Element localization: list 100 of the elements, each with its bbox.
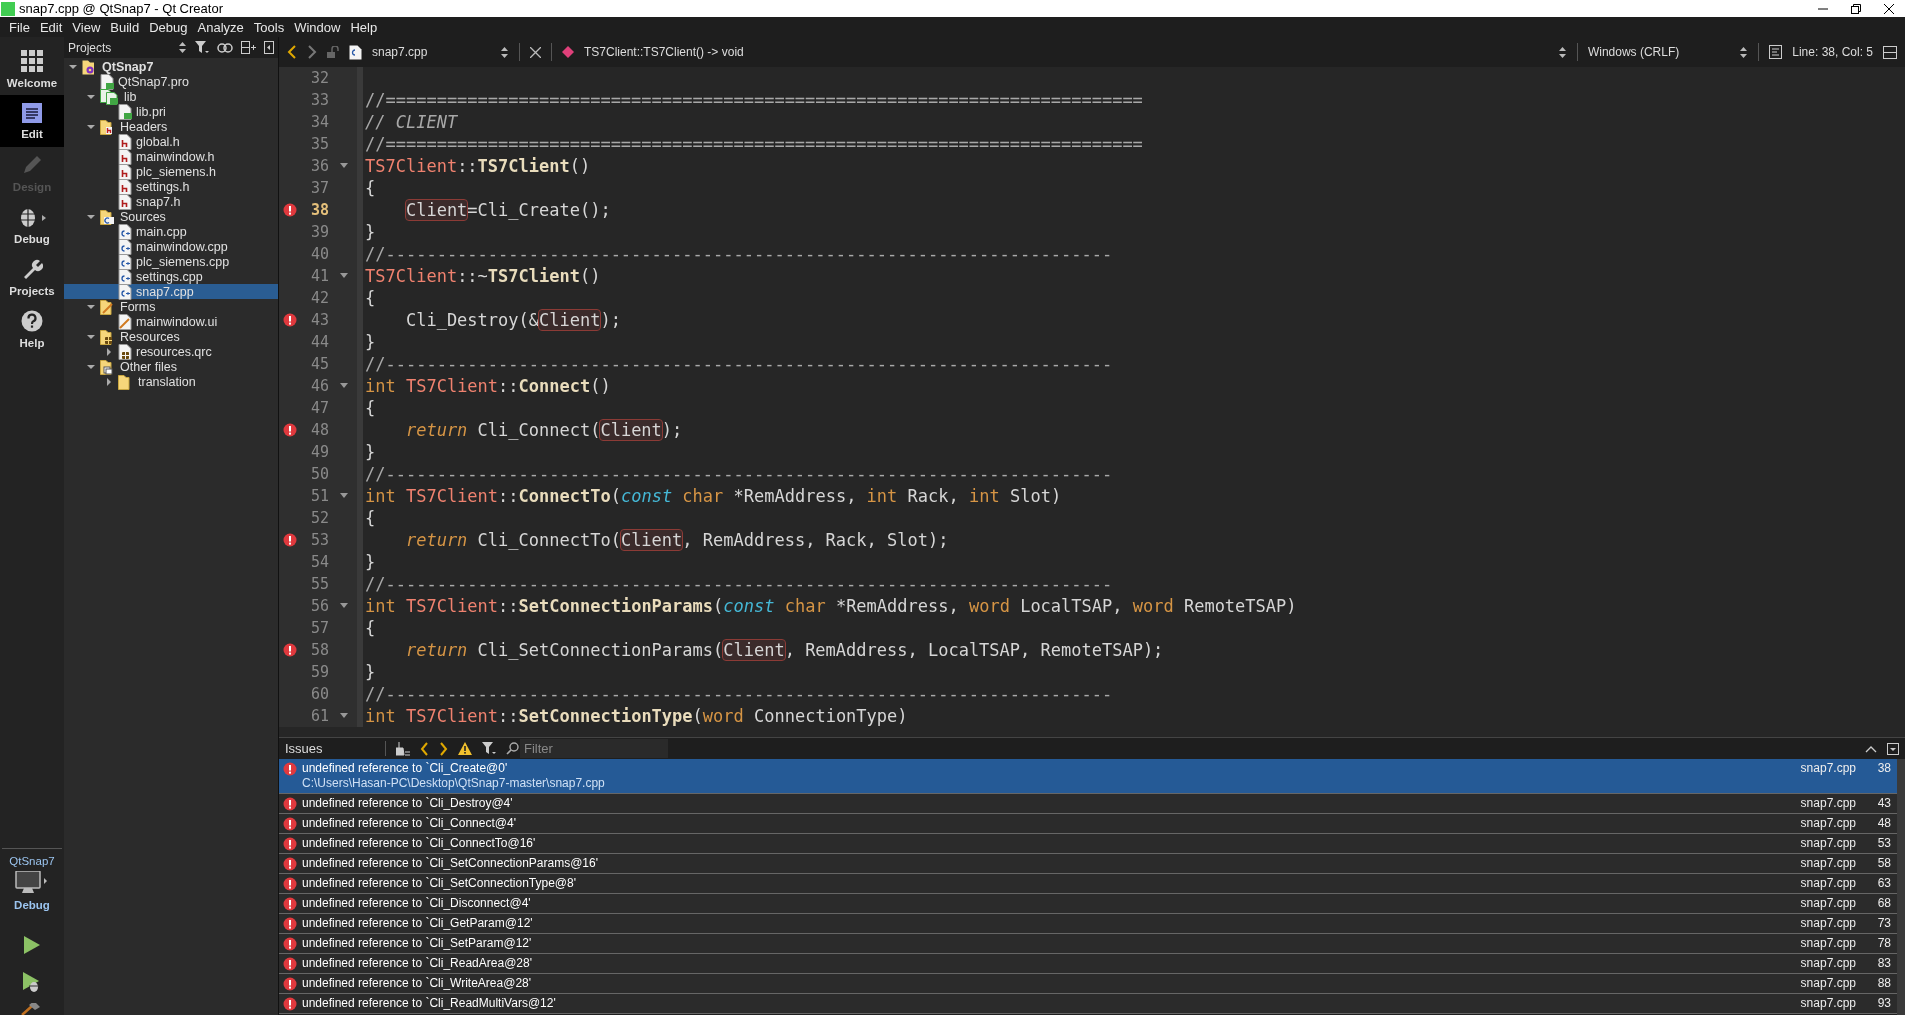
- line-number: 58: [309, 640, 330, 661]
- issue-row[interactable]: undefined reference to `Cli_ReadMultiVars@12' snap7.cpp 93: [279, 994, 1897, 1014]
- issue-row[interactable]: undefined reference to `Cli_Connect@4' snap7.cpp 48: [279, 814, 1897, 834]
- collapse-caret-icon[interactable]: [1865, 744, 1877, 753]
- menu-item[interactable]: Edit: [34, 19, 68, 35]
- close-icon[interactable]: [530, 46, 541, 58]
- scrollbar[interactable]: [1897, 759, 1905, 1015]
- sort-arrows-icon[interactable]: [1739, 45, 1749, 59]
- expand-arrow-icon[interactable]: [105, 377, 113, 386]
- sort-arrows-icon[interactable]: [500, 45, 509, 59]
- fold-arrow-icon[interactable]: [340, 603, 348, 609]
- cursor-position[interactable]: Line: 38, Col: 5: [1792, 45, 1873, 59]
- symbol-selector[interactable]: TS7Client::TS7Client() -> void: [584, 45, 744, 59]
- issue-row[interactable]: undefined reference to `Cli_ConnectTo@16' snap7.cpp 53: [279, 834, 1897, 854]
- issue-row[interactable]: undefined reference to `Cli_Destroy@4' snap7.cpp 43: [279, 794, 1897, 814]
- filter-icon[interactable]: [195, 41, 209, 54]
- menu-item[interactable]: Build: [105, 19, 145, 35]
- issue-row[interactable]: undefined reference to `Cli_SetConnectionParams@16' snap7.cpp 58: [279, 854, 1897, 874]
- issue-row[interactable]: undefined reference to `Cli_ReadArea@28' snap7.cpp 83: [279, 954, 1897, 974]
- tree-item[interactable]: resources.qrc: [64, 344, 278, 359]
- issue-row[interactable]: undefined reference to `Cli_Disconnect@4' snap7.cpp 68: [279, 894, 1897, 914]
- mode-button[interactable]: Welcome: [0, 43, 64, 95]
- tree-item[interactable]: mainwindow.h: [64, 149, 278, 164]
- restore-icon[interactable]: [1850, 3, 1861, 14]
- monitor-icon[interactable]: [15, 871, 49, 895]
- code-line: }: [364, 662, 377, 682]
- menu-item[interactable]: Help: [345, 19, 383, 35]
- menu-icon[interactable]: [1887, 742, 1899, 755]
- menu-item[interactable]: Tools: [248, 19, 290, 35]
- collapse-arrow-icon[interactable]: [87, 332, 95, 341]
- search-icon[interactable]: [506, 741, 520, 756]
- warning-icon[interactable]: [458, 742, 472, 755]
- tree-item[interactable]: translation: [64, 374, 278, 389]
- split-icon[interactable]: [1883, 45, 1897, 59]
- issue-line: 38: [1876, 761, 1891, 776]
- line-number: 51: [309, 486, 330, 507]
- issue-row[interactable]: undefined reference to `Cli_WriteArea@28' snap7.cpp 88: [279, 974, 1897, 994]
- split-icon[interactable]: [241, 41, 256, 54]
- mode-button[interactable]: Debug: [0, 199, 64, 251]
- tree-item[interactable]: settings.h: [64, 179, 278, 194]
- tree-item[interactable]: snap7.h: [64, 194, 278, 209]
- tree-item[interactable]: Other files: [64, 359, 278, 374]
- issue-row[interactable]: undefined reference to `Cli_Create@0' C:\Users\Hasan-PC\Desktop\QtSnap7-master\snap7.cpp snap7.cpp 38: [279, 759, 1897, 794]
- menu-item[interactable]: Window: [289, 19, 346, 35]
- line-number: 56: [309, 596, 330, 617]
- view-select-icon[interactable]: [178, 41, 187, 54]
- filter-field[interactable]: Filter: [520, 739, 668, 758]
- source-file-icon: [118, 283, 132, 300]
- mode-button[interactable]: Projects: [0, 251, 64, 303]
- tree-item[interactable]: global.h: [64, 134, 278, 149]
- tree-item[interactable]: mainwindow.ui: [64, 314, 278, 329]
- run-button[interactable]: [22, 935, 42, 955]
- filter-icon[interactable]: [482, 742, 496, 755]
- collapse-arrow-icon[interactable]: [87, 122, 95, 131]
- close-icon[interactable]: [1883, 3, 1894, 14]
- line-number: 34: [309, 112, 330, 133]
- fold-arrow-icon[interactable]: [340, 383, 348, 389]
- tree-item[interactable]: Headers: [64, 119, 278, 134]
- menu-item[interactable]: Analyze: [192, 19, 249, 35]
- document-icon[interactable]: [1769, 45, 1783, 59]
- link-icon[interactable]: [217, 42, 233, 53]
- issue-message: undefined reference to `Cli_Destroy@4': [302, 796, 514, 811]
- tree-item[interactable]: main.cpp: [64, 224, 278, 239]
- fold-arrow-icon[interactable]: [340, 163, 348, 169]
- tree-item[interactable]: lib.pri: [64, 104, 278, 119]
- fold-arrow-icon[interactable]: [340, 273, 348, 279]
- issue-row[interactable]: undefined reference to `Cli_GetParam@12' snap7.cpp 73: [279, 914, 1897, 934]
- fold-arrow-icon[interactable]: [340, 493, 348, 499]
- collapse-arrow-icon[interactable]: [87, 92, 95, 101]
- collapse-arrow-icon[interactable]: [69, 62, 77, 71]
- menu-item[interactable]: Debug: [144, 19, 193, 35]
- issue-row[interactable]: undefined reference to `Cli_SetConnectionType@8' snap7.cpp 63: [279, 874, 1897, 894]
- mode-button[interactable]: Help: [0, 303, 64, 355]
- issue-row[interactable]: undefined reference to `Cli_SetParam@12' snap7.cpp 78: [279, 934, 1897, 954]
- fold-arrow-icon[interactable]: [340, 713, 348, 719]
- file-selector[interactable]: snap7.cpp: [349, 44, 509, 60]
- tree-item[interactable]: Sources: [64, 209, 278, 224]
- clear-icon[interactable]: [396, 741, 410, 756]
- lock-icon[interactable]: [327, 46, 339, 58]
- tree-item[interactable]: QtSnap7.pro: [64, 74, 278, 89]
- menu-item[interactable]: View: [67, 19, 106, 35]
- tree-item[interactable]: settings.cpp: [64, 269, 278, 284]
- tree-item[interactable]: plc_siemens.cpp: [64, 254, 278, 269]
- tree-item[interactable]: QtSnap7: [64, 59, 278, 74]
- tree-item[interactable]: snap7.cpp: [64, 284, 278, 299]
- mode-button[interactable]: Edit: [0, 95, 64, 147]
- collapse-arrow-icon[interactable]: [87, 212, 95, 221]
- tree-item[interactable]: Resources: [64, 329, 278, 344]
- tree-item[interactable]: mainwindow.cpp: [64, 239, 278, 254]
- tree-item[interactable]: plc_siemens.h: [64, 164, 278, 179]
- collapse-arrow-icon[interactable]: [87, 362, 95, 371]
- menu-item[interactable]: File: [4, 19, 35, 35]
- sort-arrows-icon[interactable]: [1557, 45, 1567, 59]
- expand-arrow-icon[interactable]: [105, 347, 113, 356]
- tree-item[interactable]: Forms: [64, 299, 278, 314]
- tree-item[interactable]: lib: [64, 89, 278, 104]
- line-number: 48: [309, 420, 330, 441]
- line-ending-selector[interactable]: Windows (CRLF): [1587, 45, 1680, 59]
- close-panel-icon[interactable]: [264, 41, 274, 54]
- collapse-arrow-icon[interactable]: [87, 302, 95, 311]
